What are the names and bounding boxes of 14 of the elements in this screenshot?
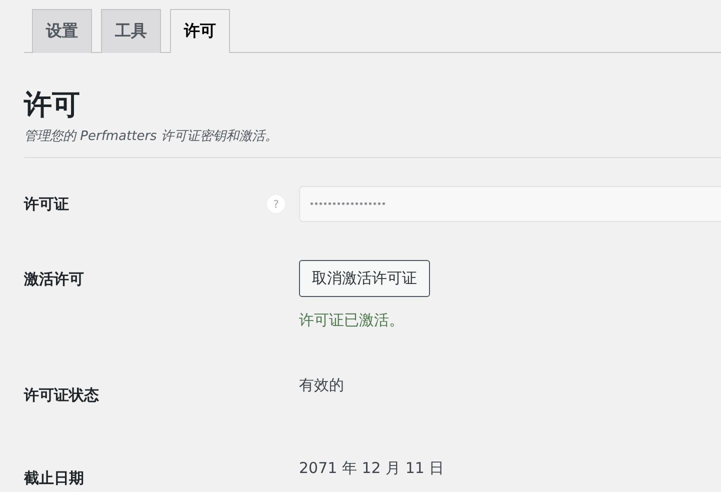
tab[interactable]: 设置 (32, 9, 92, 53)
field-label: 许可证 (24, 194, 70, 214)
field-label: 激活许可 (24, 269, 85, 289)
page-heading: 许可 (24, 87, 81, 123)
field-label: 截止日期 (24, 468, 85, 488)
license-key-field[interactable]: ••••••••••••••••• (299, 186, 721, 222)
field-value: 有效的 (299, 376, 344, 395)
tab[interactable]: 工具 (101, 9, 161, 53)
field-label: 许可证状态 (24, 385, 100, 405)
status-message: 许可证已激活。 (299, 311, 404, 330)
deactivate-button[interactable]: 取消激活许可证 (299, 260, 430, 297)
page-description: 管理您的 Perfmatters 许可证密钥和激活。 (24, 128, 279, 145)
tab[interactable]: 许可 (170, 9, 230, 53)
field-value: 2071 年 12 月 11 日 (299, 459, 444, 478)
